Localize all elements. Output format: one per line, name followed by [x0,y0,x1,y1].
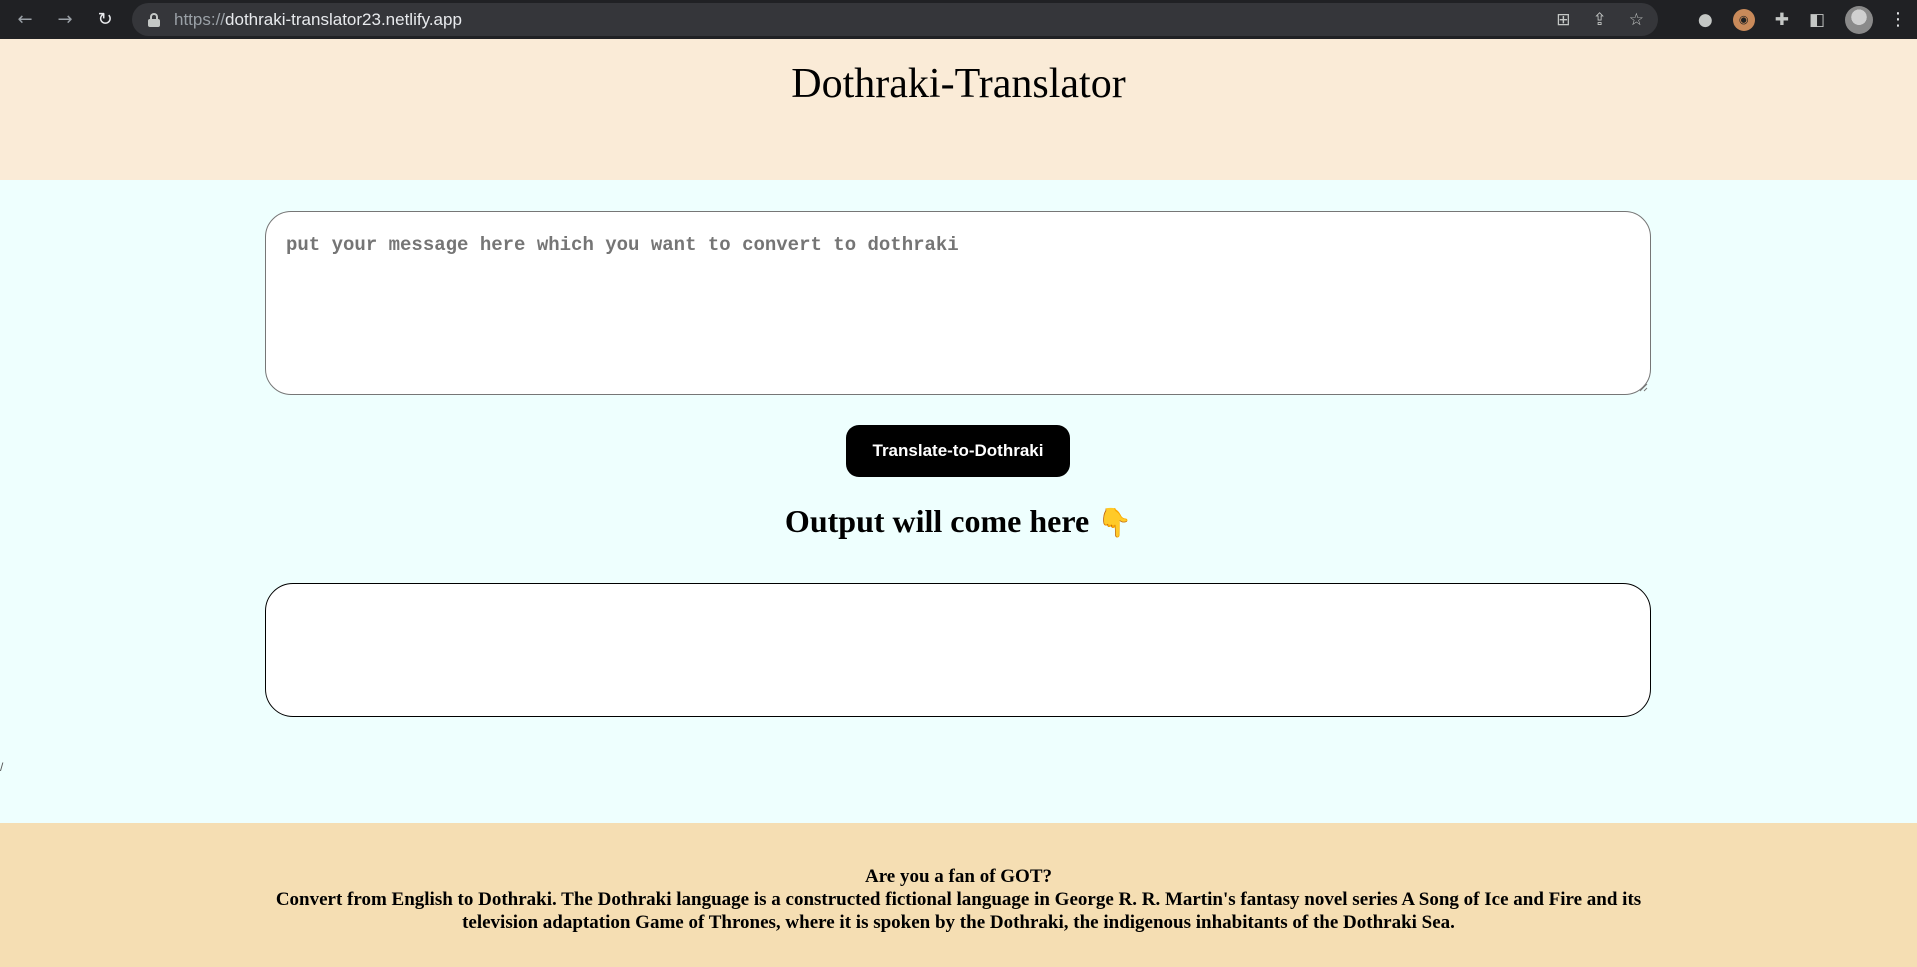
lock-icon[interactable] [148,12,160,27]
pointing-down-icon: 👇 [1097,506,1133,539]
browser-toolbar: ← → ↻ https://dothraki-translator23.netl… [0,0,1917,39]
forward-arrow-icon[interactable]: → [50,5,80,35]
output-heading-text: Output will come here [784,503,1090,539]
puzzle-extensions-icon[interactable]: ✚ [1775,10,1789,30]
page-header: Dothraki-Translator [0,39,1917,180]
resize-grip-icon[interactable] [1638,382,1648,392]
page-footer: Are you a fan of GOT? Convert from Engli… [0,823,1917,967]
footer-question: Are you a fan of GOT? [864,866,1052,887]
side-panel-icon[interactable]: ◧ [1809,10,1825,30]
address-bar[interactable]: https://dothraki-translator23.netlify.ap… [132,3,1658,36]
owl-extension-icon[interactable]: ◉ [1732,8,1755,31]
profile-avatar[interactable] [1845,5,1873,34]
back-arrow-icon[interactable]: ← [10,5,40,35]
edge-mark: / [0,760,4,774]
page-title: Dothraki-Translator [791,61,1126,107]
output-heading: Output will come here 👇 [0,503,1917,540]
url-scheme: https:// [174,9,226,29]
translate-page-icon[interactable]: ⊞ [1556,10,1570,30]
footer-description: Convert from English to Dothraki. The Do… [275,889,1642,933]
output-box [265,583,1651,717]
address-bar-actions: ⊞ ⇪ ☆ [1556,3,1644,36]
extension-icon[interactable]: ● [1698,10,1713,30]
message-input[interactable] [265,211,1651,395]
reload-icon[interactable]: ↻ [90,5,120,35]
bookmark-star-icon[interactable]: ☆ [1629,10,1644,30]
translate-button[interactable]: Translate-to-Dothraki [846,425,1070,477]
main-content: Translate-to-Dothraki Output will come h… [0,180,1917,823]
browser-menu-icon[interactable]: ⋮ [1889,9,1907,30]
url-host: dothraki-translator23.netlify.app [225,9,462,29]
extensions-area: ● ◉ ✚ ◧ ⋮ [1698,0,1907,39]
share-icon[interactable]: ⇪ [1593,10,1607,30]
url-text[interactable]: https://dothraki-translator23.netlify.ap… [174,10,462,30]
